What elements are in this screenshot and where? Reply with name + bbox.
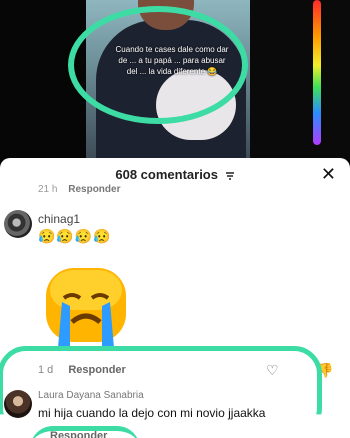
comment-text: 😥😥😥😥: [38, 228, 112, 244]
avatar[interactable]: [4, 210, 32, 238]
crying-emoji-sticker: [46, 268, 126, 348]
drawn-highlight-annotation: [0, 346, 322, 415]
comments-count: 608 comentarios: [0, 167, 350, 182]
previous-reply-button[interactable]: Responder: [68, 184, 120, 195]
previous-time: 21 h: [38, 184, 58, 195]
drawn-underline-annotation: [30, 426, 140, 438]
previous-reply-row: 21 h Responder: [38, 184, 120, 195]
filter-icon[interactable]: [225, 171, 235, 181]
color-picker-bar[interactable]: [313, 0, 321, 145]
comments-panel: 608 comentarios ✕ 21 h Responder chinag1…: [0, 158, 350, 438]
comment-username[interactable]: chinag1: [38, 212, 80, 226]
drawn-circle-annotation: [68, 6, 248, 124]
close-icon[interactable]: ✕: [321, 164, 336, 185]
video-player[interactable]: Cuando te cases dale como dar de ... a t…: [0, 0, 350, 160]
comments-count-text: 608 comentarios: [115, 167, 218, 182]
